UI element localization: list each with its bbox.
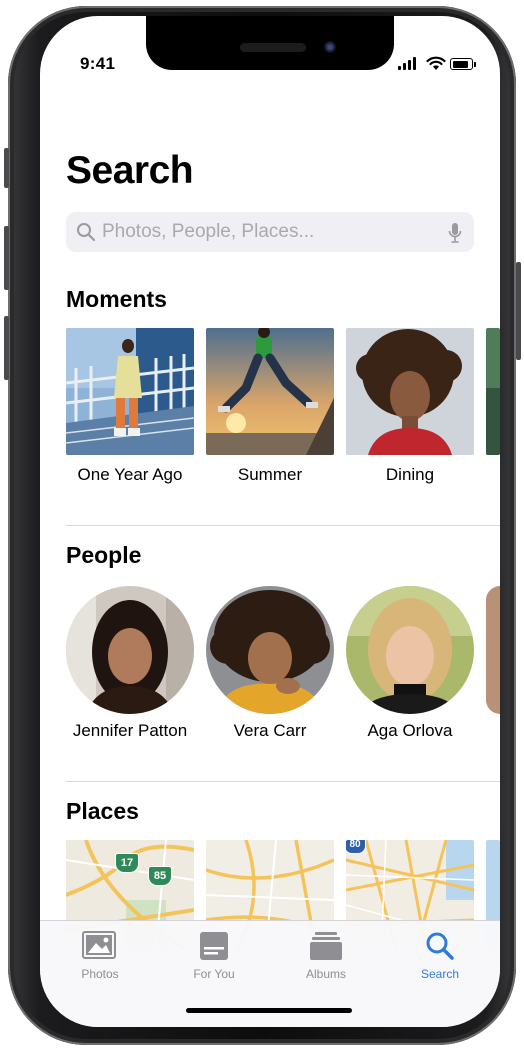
tab-label: Photos bbox=[81, 967, 119, 981]
moment-summer-thumbnail[interactable] bbox=[206, 328, 334, 455]
volume-up-button bbox=[4, 226, 9, 290]
tab-albums[interactable]: Albums bbox=[280, 929, 372, 987]
section-divider bbox=[66, 781, 500, 782]
people-heading: People bbox=[66, 542, 142, 568]
person-name: Aga Orlova bbox=[367, 721, 453, 740]
search-icon bbox=[77, 223, 96, 242]
microphone-icon[interactable] bbox=[448, 222, 462, 244]
person-name: Vera Carr bbox=[233, 721, 307, 740]
cellular-signal-icon bbox=[398, 56, 422, 70]
section-divider bbox=[66, 525, 500, 526]
for-you-icon bbox=[200, 932, 228, 960]
person-next-avatar[interactable] bbox=[486, 586, 500, 714]
highway-17-badge: 17 bbox=[115, 853, 139, 873]
notch bbox=[146, 16, 394, 70]
moment-caption: Dining bbox=[385, 465, 435, 484]
tab-label: For You bbox=[193, 967, 235, 981]
tab-for-you[interactable]: For You bbox=[168, 929, 260, 987]
moment-dining-thumbnail[interactable] bbox=[346, 328, 474, 455]
tab-label: Albums bbox=[305, 967, 346, 981]
moment-next-thumbnail[interactable] bbox=[486, 328, 500, 455]
battery-icon bbox=[450, 58, 476, 70]
speaker bbox=[240, 43, 306, 52]
status-icons bbox=[396, 56, 486, 72]
tab-label: Search bbox=[420, 967, 460, 981]
search-input[interactable] bbox=[102, 212, 432, 252]
person-jennifer-patton-avatar[interactable] bbox=[66, 586, 194, 714]
front-camera bbox=[324, 41, 336, 53]
person-name: Jennifer Patton bbox=[72, 721, 188, 740]
moment-caption: One Year Ago bbox=[77, 465, 183, 484]
tab-photos[interactable]: Photos bbox=[54, 929, 146, 987]
highway-85-badge: 85 bbox=[148, 866, 172, 886]
silent-switch bbox=[4, 148, 9, 188]
search-icon bbox=[426, 932, 454, 960]
tab-search[interactable]: Search bbox=[394, 929, 486, 987]
wifi-icon bbox=[426, 56, 446, 70]
home-indicator[interactable] bbox=[186, 1008, 352, 1013]
photos-icon bbox=[82, 931, 116, 959]
moments-heading: Moments bbox=[66, 286, 167, 312]
search-bar[interactable] bbox=[66, 212, 474, 252]
places-heading: Places bbox=[66, 798, 139, 824]
moment-caption: Summer bbox=[237, 465, 303, 484]
phone-screen: 9:41 Search Moments bbox=[40, 16, 500, 1027]
moment-one-year-ago-thumbnail[interactable] bbox=[66, 328, 194, 455]
side-button bbox=[516, 262, 521, 360]
volume-down-button bbox=[4, 316, 9, 380]
albums-icon bbox=[310, 932, 342, 960]
highway-80-badge: 80 bbox=[346, 840, 366, 854]
person-aga-orlova-avatar[interactable] bbox=[346, 586, 474, 714]
page-title: Search bbox=[66, 149, 194, 192]
person-vera-carr-avatar[interactable] bbox=[206, 586, 334, 714]
status-time: 9:41 bbox=[80, 54, 116, 73]
